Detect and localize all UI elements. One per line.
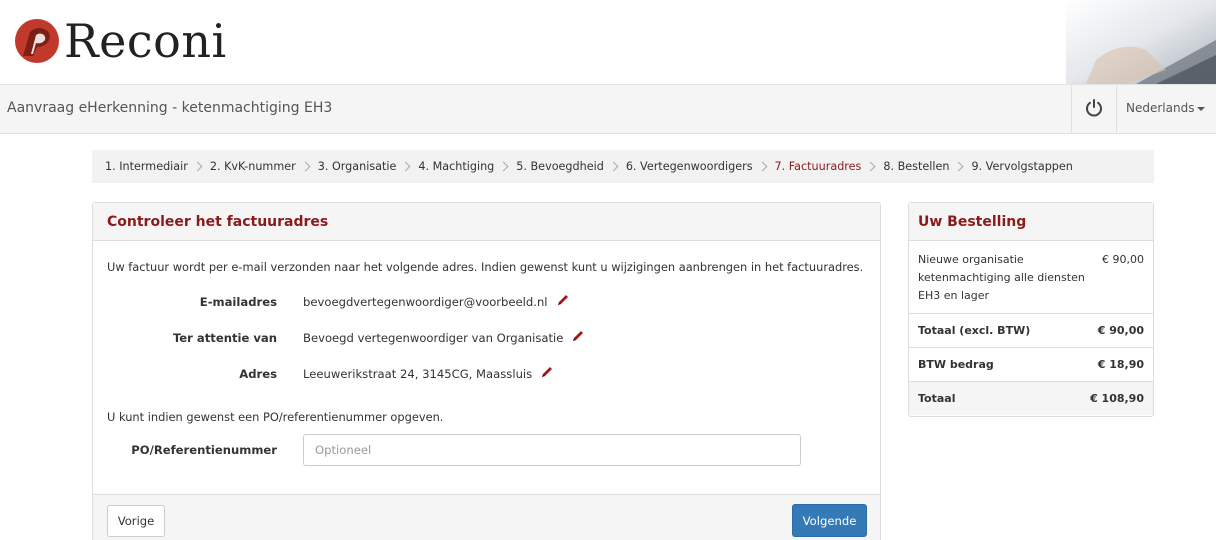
po-reference-input[interactable]: [303, 434, 801, 466]
po-hint-text: U kunt indien gewenst een PO/referentien…: [107, 410, 444, 424]
po-label: PO/Referentienummer: [131, 443, 277, 457]
total-value: € 108,90: [1090, 391, 1144, 405]
navbar-title: Aanvraag eHerkenning - ketenmachtiging E…: [7, 100, 333, 116]
chevron-right-icon: [300, 161, 311, 172]
chevron-right-icon: [757, 161, 767, 172]
attention-value: Bevoegd vertegenwoordiger van Organisati…: [303, 330, 564, 345]
header-laptop-image: [1066, 0, 1216, 84]
brand-name: Reconi: [64, 14, 227, 68]
step-vertegenwoordigers[interactable]: 6. Vertegenwoordigers: [626, 160, 753, 173]
panel-body: Uw factuur wordt per e-mail verzonden na…: [93, 241, 880, 494]
subtotal-value: € 90,00: [1097, 323, 1144, 337]
order-subtotal-row: Totaal (excl. BTW) € 90,00: [909, 314, 1153, 348]
vat-label: BTW bedrag: [918, 357, 994, 371]
power-icon: [1084, 98, 1104, 121]
email-value: bevoegdvertegenwoordiger@voorbeeld.nl: [303, 294, 548, 309]
attention-value-row: Bevoegd vertegenwoordiger van Organisati…: [303, 329, 585, 346]
step-kvk-nummer[interactable]: 2. KvK-nummer: [210, 160, 296, 173]
email-value-row: bevoegdvertegenwoordiger@voorbeeld.nl: [303, 293, 570, 310]
header: Reconi: [0, 0, 1216, 84]
order-vat-row: BTW bedrag € 18,90: [909, 348, 1153, 382]
attention-label: Ter attentie van: [172, 331, 277, 345]
step-factuuradres[interactable]: 7. Factuuradres: [775, 160, 862, 173]
order-total-row: Totaal € 108,90: [909, 382, 1153, 415]
address-value-row: Leeuwerikstraat 24, 3145CG, Maassluis: [303, 365, 554, 382]
intro-text: Uw factuur wordt per e-mail verzonden na…: [107, 260, 864, 274]
subtotal-label: Totaal (excl. BTW): [918, 323, 1031, 337]
previous-button[interactable]: Vorige: [107, 505, 165, 537]
order-item-value: € 90,00: [1102, 253, 1144, 266]
panel-title: Controleer het factuuradres: [93, 203, 880, 241]
step-machtiging[interactable]: 4. Machtiging: [418, 160, 494, 173]
order-summary-panel: Uw Bestelling Nieuwe organisatie ketenma…: [908, 202, 1154, 417]
pencil-icon[interactable]: [540, 365, 554, 382]
pencil-icon[interactable]: [571, 329, 585, 346]
order-item-row: Nieuwe organisatie ketenmachtiging alle …: [909, 241, 1153, 314]
logout-button[interactable]: [1071, 85, 1117, 133]
vat-value: € 18,90: [1097, 357, 1144, 371]
step-vervolgstappen: 9. Vervolgstappen: [971, 160, 1073, 173]
panel-footer: Vorige Volgende: [93, 494, 880, 540]
order-title: Uw Bestelling: [909, 203, 1153, 241]
step-bevoegdheid[interactable]: 5. Bevoegdheid: [516, 160, 604, 173]
step-intermediair[interactable]: 1. Intermediair: [105, 160, 188, 173]
email-label: E-mailadres: [199, 295, 277, 309]
address-value: Leeuwerikstraat 24, 3145CG, Maassluis: [303, 366, 533, 381]
step-organisatie[interactable]: 3. Organisatie: [318, 160, 397, 173]
caret-down-icon: [1197, 106, 1206, 111]
language-select[interactable]: Nederlands: [1126, 101, 1206, 115]
invoice-address-panel: Controleer het factuuradres Uw factuur w…: [92, 202, 881, 540]
chevron-right-icon: [954, 161, 964, 172]
next-button[interactable]: Volgende: [792, 504, 867, 537]
reconi-logo-icon: [14, 18, 60, 64]
pencil-icon[interactable]: [556, 293, 570, 310]
breadcrumb: 1. Intermediair 2. KvK-nummer 3. Organis…: [92, 150, 1154, 183]
chevron-right-icon: [498, 161, 509, 172]
order-item-label: Nieuwe organisatie ketenmachtiging alle …: [918, 253, 1085, 302]
language-label: Nederlands: [1126, 101, 1195, 115]
logo[interactable]: Reconi: [14, 14, 227, 68]
chevron-right-icon: [400, 161, 411, 172]
total-label: Totaal: [918, 391, 956, 405]
step-bestellen: 8. Bestellen: [883, 160, 950, 173]
navbar: Aanvraag eHerkenning - ketenmachtiging E…: [0, 84, 1216, 134]
address-label: Adres: [239, 367, 277, 381]
chevron-right-icon: [192, 161, 203, 172]
chevron-right-icon: [865, 161, 876, 172]
chevron-right-icon: [608, 161, 619, 172]
